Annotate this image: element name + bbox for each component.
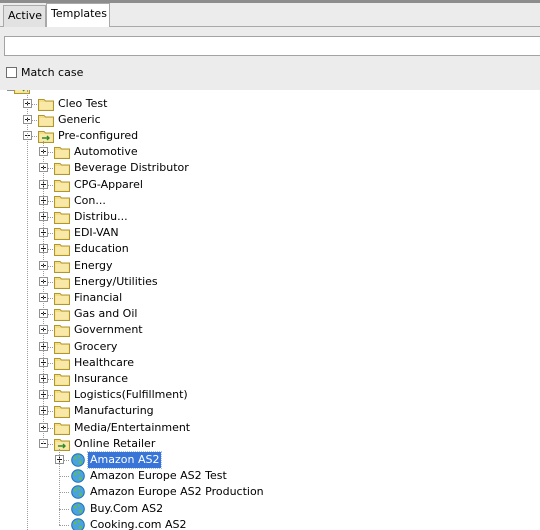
tree-connector: [59, 508, 69, 510]
tree-connector: [59, 492, 69, 494]
tree-item-beverage-distributor[interactable]: Beverage Distributor: [0, 160, 540, 176]
folder-icon: [54, 161, 70, 176]
tree-label: Buy.Com AS2: [90, 501, 164, 515]
tree-label: Education: [74, 242, 129, 256]
tree-item-gas-and-oil[interactable]: Gas and Oil: [0, 306, 540, 322]
globe-icon: [70, 517, 86, 530]
match-case-label: Match case: [21, 65, 84, 79]
folder-icon: [54, 421, 70, 435]
folder-icon: [54, 356, 70, 370]
tree-label: Beverage Distributor: [74, 161, 189, 175]
tree-item-amazon-europe-as2-test[interactable]: Amazon Europe AS2 Test: [0, 468, 540, 484]
tab-templates[interactable]: Templates: [46, 3, 110, 27]
tree-item-buy-com-as2[interactable]: Buy.Com AS2: [0, 501, 540, 517]
tree-label: Financial: [74, 290, 123, 304]
folder-icon: [54, 372, 70, 386]
tree-item-education[interactable]: Education: [0, 241, 540, 257]
tree-item-cpg-apparel[interactable]: CPG-Apparel: [0, 177, 540, 193]
tree-label: Healthcare: [74, 355, 134, 369]
tree-label: Media/Entertainment: [74, 420, 191, 434]
tree-label: Amazon Europe AS2 Test: [90, 469, 227, 483]
checkbox-box[interactable]: [6, 66, 17, 78]
tree-connector: [59, 524, 69, 526]
folder-icon: [54, 404, 70, 419]
tree-label: Amazon AS2: [86, 450, 163, 469]
tree-item-distribu[interactable]: Distribu...: [0, 209, 540, 225]
preconfigured-folder-icon: [38, 129, 54, 143]
search-input[interactable]: [4, 36, 540, 56]
tree-label: Con...: [74, 193, 106, 207]
tree-label: Online Retailer: [74, 436, 156, 450]
tree-item-amazon-as2[interactable]: Amazon AS2: [0, 450, 540, 469]
folder-icon: [54, 323, 70, 338]
tree-item-grocery[interactable]: Grocery: [0, 339, 540, 355]
tree-item-energy[interactable]: Energy: [0, 258, 540, 274]
tree-label: Generic: [58, 112, 101, 126]
tree-label: Amazon Europe AS2 Production: [90, 485, 264, 499]
tree-label: Energy/Utilities: [74, 274, 158, 288]
tree-item-financial[interactable]: Financial: [0, 290, 540, 306]
tree-item-government[interactable]: Government: [0, 322, 540, 338]
tab-active[interactable]: Active: [3, 5, 46, 27]
tree-item-insurance[interactable]: Insurance: [0, 371, 540, 387]
tree-label: Distribu...: [74, 209, 128, 223]
folder-icon: [54, 194, 70, 208]
folder-icon: [54, 210, 70, 224]
tree-item-online-retailer[interactable]: Online Retailer: [0, 436, 540, 452]
globe-icon: [70, 469, 86, 483]
tree-item-cleo-test[interactable]: Cleo Test: [0, 96, 540, 112]
tree-item-manufacturing[interactable]: Manufacturing: [0, 403, 540, 419]
tree-item-energy-utilities[interactable]: Energy/Utilities: [0, 274, 540, 290]
globe-icon: [70, 485, 86, 500]
tree-item-generic[interactable]: Generic: [0, 112, 540, 128]
tree-guide-line: [43, 140, 44, 444]
template-tree[interactable]: ConnectionsCleo TestGenericPre-configure…: [0, 90, 540, 530]
folder-icon: [54, 259, 70, 273]
tree-label: Cooking.com AS2: [90, 517, 187, 530]
tree-label: Logistics(Fulfillment): [74, 388, 188, 402]
folder-icon: [54, 226, 70, 241]
tree-item-con[interactable]: Con...: [0, 193, 540, 209]
match-case-checkbox[interactable]: Match case: [6, 64, 83, 80]
folder-icon: [54, 145, 70, 160]
preconfigured-folder-icon: [54, 437, 70, 451]
tree-item-cooking-com-as2[interactable]: Cooking.com AS2: [0, 517, 540, 530]
tree-item-edi-van[interactable]: EDI-VAN: [0, 225, 540, 241]
tree-label: Pre-configured: [58, 128, 139, 142]
tree-connector: [59, 476, 69, 478]
tree-label: Cleo Test: [58, 96, 108, 110]
tree-label: Manufacturing: [74, 404, 154, 418]
tree-label: CPG-Apparel: [74, 177, 143, 191]
tree-item-logistics-fulfillment[interactable]: Logistics(Fulfillment): [0, 387, 540, 403]
tab-bar: Active Templates: [0, 0, 540, 27]
folder-icon: [54, 275, 70, 289]
folder-icon: [38, 97, 54, 111]
tree-item-healthcare[interactable]: Healthcare: [0, 355, 540, 371]
tree-item-media-entertainment[interactable]: Media/Entertainment: [0, 420, 540, 436]
tree-guide-line: [27, 90, 28, 530]
globe-icon: [70, 501, 86, 516]
folder-icon: [38, 113, 54, 127]
folder-icon: [54, 178, 70, 192]
tree-guide-line: [59, 448, 60, 525]
tree-item-pre-configured[interactable]: Pre-configured: [0, 128, 540, 144]
tree-label: EDI-VAN: [74, 226, 119, 240]
tree-label: Gas and Oil: [74, 307, 138, 321]
tree-label: Grocery: [74, 339, 118, 353]
tree-label: Insurance: [74, 371, 128, 385]
tree-item-amazon-europe-as2-production[interactable]: Amazon Europe AS2 Production: [0, 484, 540, 500]
folder-icon: [54, 291, 70, 305]
filter-toolbar: Match case: [0, 27, 540, 90]
tree-label: Energy: [74, 258, 113, 272]
folder-icon: [54, 388, 70, 403]
folder-icon: [54, 242, 70, 257]
globe-icon: [70, 453, 86, 467]
tree-label: Government: [74, 323, 143, 337]
folder-icon: [54, 307, 70, 322]
tree-label: Automotive: [74, 145, 138, 159]
tree-item-automotive[interactable]: Automotive: [0, 144, 540, 160]
folder-icon: [54, 340, 70, 354]
